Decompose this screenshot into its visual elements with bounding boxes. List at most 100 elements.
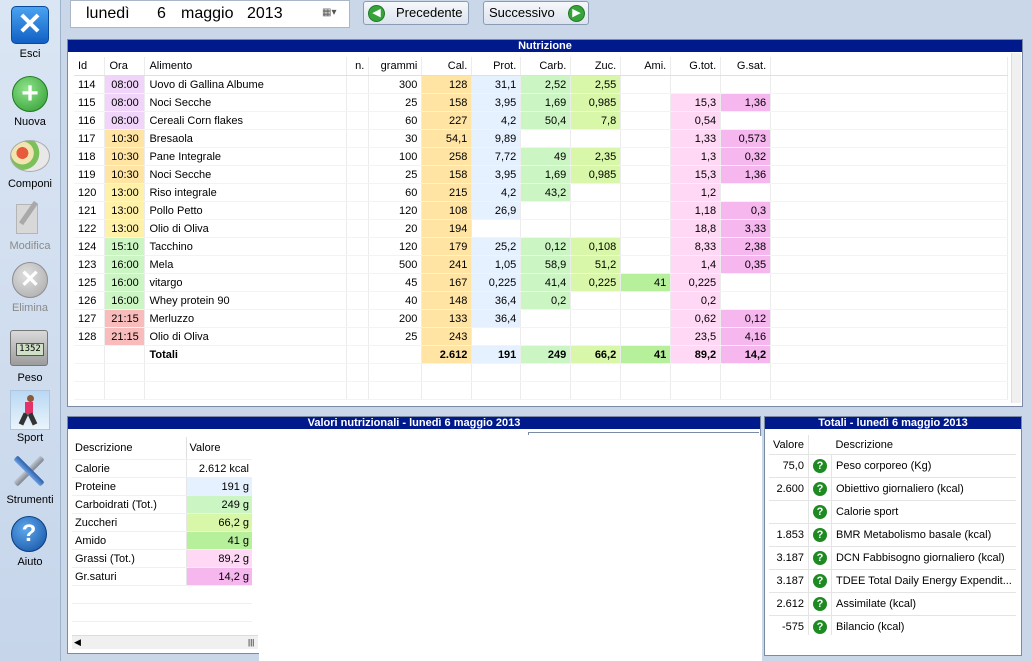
table-cell: 158	[421, 93, 473, 112]
sidebar-item-nuova[interactable]: + Nuova	[0, 76, 60, 132]
list-item[interactable]: Proteine 191 g	[72, 477, 252, 496]
list-item[interactable]: Carboidrati (Tot.) 249 g	[72, 495, 252, 514]
list-item[interactable]: ? Calorie sport	[769, 500, 1016, 524]
list-item[interactable]: Gr.saturi 14,2 g	[72, 567, 252, 586]
list-item[interactable]: Zuccheri 66,2 g	[72, 513, 252, 532]
table-row[interactable]: 116 08:00 Cereali Corn flakes 60 227 4,2 50,4 7…	[74, 111, 1008, 130]
col-header[interactable]: Zuc.	[570, 57, 622, 76]
vertical-scrollbar[interactable]	[1011, 53, 1021, 403]
previous-button[interactable]: ◀ Precedente	[363, 1, 469, 25]
col-header[interactable]: grammi	[368, 57, 423, 76]
sidebar-item-aiuto[interactable]: ? Aiuto	[0, 514, 60, 570]
question-icon[interactable]: ?	[812, 574, 827, 588]
table-row[interactable]: 121 13:00 Pollo Petto 120 108 26,9 1,18 0,3	[74, 201, 1008, 220]
col-header[interactable]: Valore	[186, 437, 252, 460]
question-icon[interactable]: ?	[812, 528, 827, 542]
table-cell: Merluzzo	[144, 309, 348, 328]
total-value: 191	[471, 345, 522, 364]
col-header[interactable]: Descrizione	[72, 437, 187, 460]
question-icon[interactable]: ?	[812, 620, 827, 634]
col-header[interactable]: G.tot.	[670, 57, 722, 76]
table-cell: 13:00	[104, 183, 146, 202]
table-row[interactable]: 115 08:00 Noci Secche 25 158 3,95 1,69 0,985 15,…	[74, 93, 1008, 112]
col-header[interactable]: Valore	[769, 435, 809, 455]
list-item[interactable]: -575? Bilancio (kcal)	[769, 615, 1016, 635]
sidebar-item-peso[interactable]: 1352 Peso	[0, 330, 60, 386]
col-header[interactable]: Prot.	[471, 57, 522, 76]
col-header[interactable]: Alimento	[144, 57, 348, 76]
value-description: Carboidrati (Tot.)	[72, 495, 187, 514]
list-item[interactable]: 2.612? Assimilate (kcal)	[769, 592, 1016, 616]
list-item[interactable]: 1.853? BMR Metabolismo basale (kcal)	[769, 523, 1016, 547]
list-item[interactable]: Grassi (Tot.) 89,2 g	[72, 549, 252, 568]
date-picker[interactable]: lunedì 6 maggio 2013 ▦▾	[70, 0, 350, 28]
table-row[interactable]: 119 10:30 Noci Secche 25 158 3,95 1,69 0,985 15,…	[74, 165, 1008, 184]
sidebar-item-strumenti[interactable]: Strumenti	[0, 452, 60, 508]
sidebar-item-modifica[interactable]: Modifica	[0, 200, 60, 256]
table-row[interactable]: 117 10:30 Bresaola 30 54,1 9,89 1,33 0,573	[74, 129, 1008, 148]
table-row[interactable]: 122 13:00 Olio di Oliva 20 194 18,8 3,33	[74, 219, 1008, 238]
col-header[interactable]: n.	[346, 57, 370, 76]
list-item[interactable]: 3.187? TDEE Total Daily Energy Expendit..…	[769, 569, 1016, 593]
question-icon[interactable]: ?	[812, 505, 827, 519]
totals-grid[interactable]: Valore Descrizione 75,0? Peso corporeo (K…	[769, 435, 1016, 635]
table-cell	[72, 585, 186, 604]
value-amount: 41 g	[186, 531, 252, 550]
table-cell	[520, 363, 572, 382]
table-cell: 127	[74, 309, 106, 328]
table-cell: 0,2	[520, 291, 572, 310]
values-grid[interactable]: Descrizione Valore Calorie 2.612 kcal Prot…	[72, 437, 257, 637]
table-cell: 15:10	[104, 237, 146, 256]
question-icon[interactable]: ?	[812, 597, 827, 611]
table-cell	[620, 363, 672, 382]
col-header[interactable]: Id	[74, 57, 106, 76]
col-header[interactable]: Ami.	[620, 57, 672, 76]
sidebar-item-sport[interactable]: Sport	[0, 390, 60, 446]
col-header[interactable]: Cal.	[421, 57, 473, 76]
table-row[interactable]: 128 21:15 Olio di Oliva 25 243 23,5 4,16	[74, 327, 1008, 346]
total-amount: -575	[769, 615, 809, 635]
table-cell: 215	[421, 183, 473, 202]
col-header[interactable]: Ora	[104, 57, 146, 76]
sidebar: ✕ Esci + Nuova Componi Modifica ✕ Elimin…	[0, 0, 61, 661]
sidebar-item-componi[interactable]: Componi	[0, 140, 60, 196]
col-header[interactable]: Carb.	[520, 57, 572, 76]
table-row[interactable]: 125 16:00 vitargo 45 167 0,225 41,4 0,225 41 0,22…	[74, 273, 1008, 292]
next-button[interactable]: Successivo ▶	[483, 1, 589, 25]
list-item[interactable]: Amido 41 g	[72, 531, 252, 550]
question-icon[interactable]: ?	[812, 482, 827, 496]
horizontal-scrollbar[interactable]: ◀ |||	[72, 635, 258, 649]
table-cell: 116	[74, 111, 106, 130]
table-row[interactable]: 120 13:00 Riso integrale 60 215 4,2 43,2 1,2	[74, 183, 1008, 202]
question-icon[interactable]: ?	[812, 551, 827, 565]
list-item[interactable]: 3.187? DCN Fabbisogno giornaliero (kcal)	[769, 546, 1016, 570]
col-header[interactable]: G.sat.	[720, 57, 772, 76]
table-cell	[520, 381, 572, 400]
table-cell: Noci Secche	[144, 93, 348, 112]
nutrition-grid[interactable]: Id Ora Alimento n. grammi Cal. Prot. Car…	[74, 57, 1008, 402]
table-cell: vitargo	[144, 273, 348, 292]
sidebar-item-elimina[interactable]: ✕ Elimina	[0, 262, 60, 318]
calendar-dropdown-icon[interactable]: ▦▾	[322, 7, 336, 18]
question-icon[interactable]: ?	[812, 459, 827, 473]
table-cell	[471, 363, 522, 382]
table-row[interactable]: 126 16:00 Whey protein 90 40 148 36,4 0,2 0,2	[74, 291, 1008, 310]
table-cell: 119	[74, 165, 106, 184]
list-item[interactable]: 2.600? Obiettivo giornaliero (kcal)	[769, 477, 1016, 501]
table-cell: 21:15	[104, 327, 146, 346]
scroll-left-icon[interactable]: ◀	[74, 636, 81, 649]
table-row[interactable]: 118 10:30 Pane Integrale 100 258 7,72 49 2,35 1,…	[74, 147, 1008, 166]
col-header[interactable]: Descrizione	[831, 435, 1016, 455]
table-row[interactable]: 114 08:00 Uovo di Gallina Albume 300 128 31,1…	[74, 75, 1008, 94]
table-row[interactable]: 123 16:00 Mela 500 241 1,05 58,9 51,2 1,4 0,35	[74, 255, 1008, 274]
table-row[interactable]: 127 21:15 Merluzzo 200 133 36,4 0,62 0,12	[74, 309, 1008, 328]
table-cell: 1,18	[670, 201, 722, 220]
table-row[interactable]: 124 15:10 Tacchino 120 179 25,2 0,12 0,108 8,33 2…	[74, 237, 1008, 256]
sidebar-item-esci[interactable]: ✕ Esci	[0, 4, 60, 64]
table-cell	[421, 381, 473, 400]
table-cell	[346, 201, 370, 220]
runner-icon	[10, 390, 50, 430]
list-item[interactable]: 75,0? Peso corporeo (Kg)	[769, 454, 1016, 478]
table-cell: 08:00	[104, 93, 146, 112]
list-item[interactable]: Calorie 2.612 kcal	[72, 459, 252, 478]
